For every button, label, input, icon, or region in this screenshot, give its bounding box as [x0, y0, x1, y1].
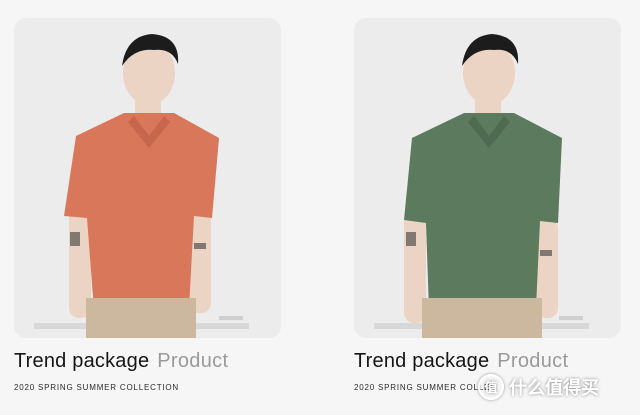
watermark-text: 什么值得买	[509, 378, 599, 398]
product-title-main: Trend package	[354, 350, 490, 372]
collection-label: 2020 SPRING SUMMER COLLECTION	[14, 383, 180, 392]
product-title-sub: Product	[497, 350, 569, 372]
product-photo-right[interactable]	[354, 18, 621, 338]
product-card-left[interactable]: Trend package Product 2020 SPRING SUMMER …	[14, 0, 284, 392]
product-title-sub: Product	[157, 350, 229, 372]
product-title-right: Trend package Product	[354, 350, 624, 373]
product-title-main: Trend package	[14, 350, 150, 372]
site-watermark: 值 什么值得买	[478, 374, 599, 400]
smzdm-logo-icon: 值	[478, 374, 504, 400]
product-card-right[interactable]: Trend package Product 2020 SPRING SUMMER …	[354, 0, 624, 392]
product-title-left: Trend package Product	[14, 350, 284, 373]
product-photo-left[interactable]	[14, 18, 281, 338]
